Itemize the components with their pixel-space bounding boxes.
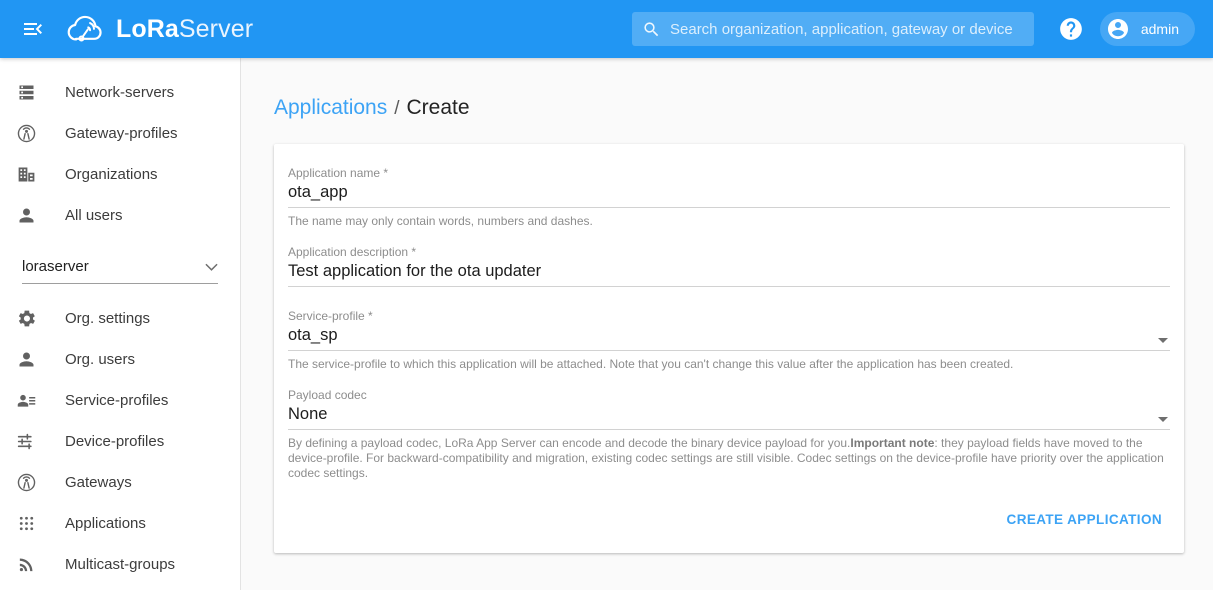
service-profile-row[interactable]: ota_sp (288, 326, 1170, 351)
field-application-description: Application description * (288, 245, 1170, 287)
main-content: Applications / Create Application name *… (241, 58, 1213, 590)
application-description-input[interactable] (288, 262, 1170, 281)
create-application-card: Application name * The name may only con… (274, 144, 1184, 553)
sidebar-item-label: Org. users (65, 351, 135, 368)
sidebar-item-label: Device-profiles (65, 433, 164, 450)
person-icon (12, 349, 40, 370)
sidebar-item-label: All users (65, 207, 123, 224)
field-payload-codec: Payload codec None By defining a payload… (288, 388, 1170, 481)
user-name-label: admin (1141, 21, 1179, 37)
create-application-button[interactable]: CREATE APPLICATION (999, 504, 1170, 535)
user-menu[interactable]: admin (1100, 12, 1195, 46)
sidebar-global-nav: Network-servers Gateway-profiles (0, 58, 240, 236)
app-root: LoRaServer admin (0, 0, 1213, 590)
application-name-input[interactable] (288, 183, 1170, 202)
sidebar-item-service-profiles[interactable]: Service-profiles (0, 380, 240, 421)
sidebar-item-organizations[interactable]: Organizations (0, 154, 240, 195)
application-description-label: Application description * (288, 245, 1170, 259)
payload-codec-row[interactable]: None (288, 405, 1170, 430)
sidebar-item-network-servers[interactable]: Network-servers (0, 72, 240, 113)
field-application-name: Application name * The name may only con… (288, 166, 1170, 229)
apps-grid-icon (12, 513, 40, 534)
application-name-row[interactable] (288, 183, 1170, 208)
server-icon (12, 82, 40, 103)
sidebar-item-applications[interactable]: Applications (0, 503, 240, 544)
payload-codec-help-part1: By defining a payload codec, LoRa App Se… (288, 436, 850, 450)
sidebar-item-device-profiles[interactable]: Device-profiles (0, 421, 240, 462)
search-input[interactable] (670, 21, 1024, 38)
sidebar-item-gateway-profiles[interactable]: Gateway-profiles (0, 113, 240, 154)
rss-icon (12, 554, 40, 575)
person-list-icon (12, 390, 40, 411)
brand-title-bold: LoRa (116, 15, 179, 43)
service-profile-help: The service-profile to which this applic… (288, 357, 1170, 372)
sidebar-item-gateways[interactable]: Gateways (0, 462, 240, 503)
sidebar-item-label: Organizations (65, 166, 158, 183)
sidebar: Network-servers Gateway-profiles (0, 58, 241, 590)
sidebar-item-all-users[interactable]: All users (0, 195, 240, 236)
payload-codec-help: By defining a payload codec, LoRa App Se… (288, 436, 1170, 481)
application-description-row[interactable] (288, 262, 1170, 287)
antenna-icon (12, 472, 40, 493)
sliders-icon (12, 431, 40, 452)
global-search[interactable] (632, 12, 1034, 46)
search-icon (642, 20, 661, 39)
service-profile-value: ota_sp (288, 326, 1170, 345)
antenna-icon (12, 123, 40, 144)
breadcrumb: Applications / Create (274, 96, 1213, 120)
menu-open-icon[interactable] (16, 12, 50, 46)
app-bar-actions: admin (1056, 0, 1195, 58)
sidebar-item-multicast-groups[interactable]: Multicast-groups (0, 544, 240, 585)
breadcrumb-link-applications[interactable]: Applications (274, 96, 387, 120)
person-icon (12, 205, 40, 226)
payload-codec-label: Payload codec (288, 388, 1170, 402)
application-name-label: Application name * (288, 166, 1170, 180)
card-actions: CREATE APPLICATION (999, 504, 1170, 535)
top-app-bar: LoRaServer admin (0, 0, 1213, 58)
account-circle-icon (1106, 17, 1130, 41)
building-icon (12, 164, 40, 185)
chevron-down-icon[interactable] (1158, 417, 1168, 422)
payload-codec-value: None (288, 405, 1170, 424)
brand-logo[interactable]: LoRaServer (66, 14, 253, 44)
sidebar-org-nav: Org. settings Org. users Service-profile… (0, 292, 240, 585)
breadcrumb-current: Create (407, 96, 470, 120)
application-name-help: The name may only contain words, numbers… (288, 214, 1170, 229)
service-profile-label: Service-profile * (288, 309, 1170, 323)
sidebar-item-org-users[interactable]: Org. users (0, 339, 240, 380)
sidebar-item-label: Service-profiles (65, 392, 168, 409)
payload-codec-help-bold: Important note (850, 436, 934, 450)
organization-select-value: loraserver (22, 258, 89, 275)
organization-select[interactable]: loraserver (22, 250, 218, 284)
breadcrumb-separator: / (394, 98, 399, 120)
brand-title-light: Server (179, 15, 253, 43)
help-circle-icon[interactable] (1056, 14, 1086, 44)
sidebar-item-label: Multicast-groups (65, 556, 175, 573)
chevron-down-icon (205, 263, 218, 271)
cloud-logo-icon (66, 14, 106, 44)
sidebar-item-label: Network-servers (65, 84, 174, 101)
field-service-profile: Service-profile * ota_sp The service-pro… (288, 309, 1170, 372)
sidebar-item-label: Applications (65, 515, 146, 532)
sidebar-item-label: Gateway-profiles (65, 125, 178, 142)
sidebar-item-org-settings[interactable]: Org. settings (0, 298, 240, 339)
chevron-down-icon[interactable] (1158, 338, 1168, 343)
sidebar-item-label: Org. settings (65, 310, 150, 327)
sidebar-item-label: Gateways (65, 474, 132, 491)
brand-title: LoRaServer (116, 15, 253, 44)
gear-icon (12, 308, 40, 329)
